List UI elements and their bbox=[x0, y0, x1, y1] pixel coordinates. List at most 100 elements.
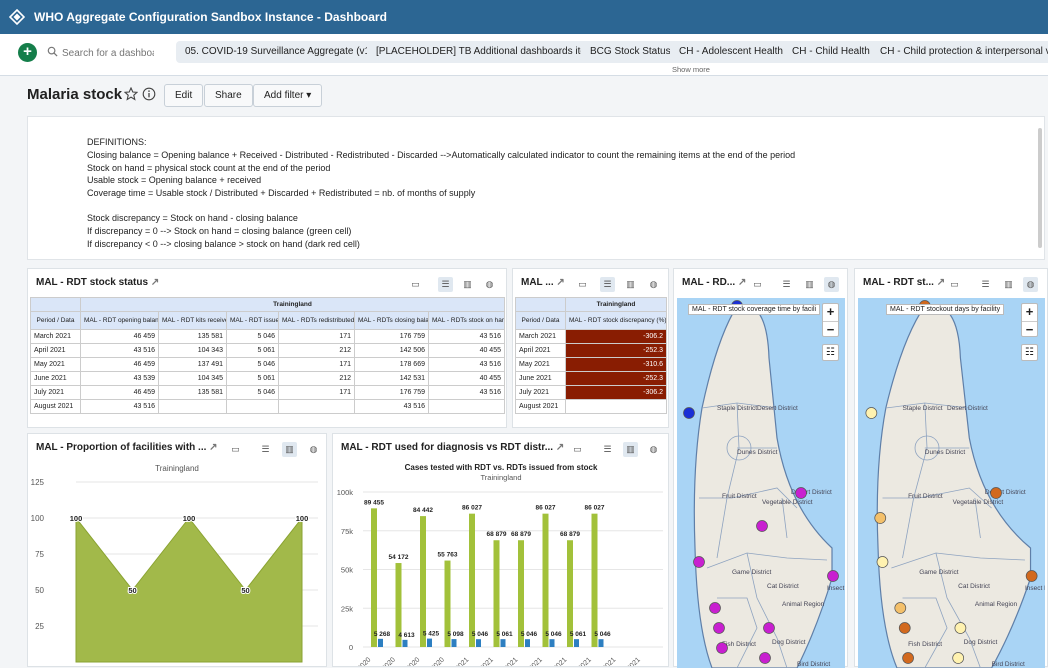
table-cell[interactable]: 104 343 bbox=[158, 343, 227, 358]
discrepancy-cell[interactable] bbox=[565, 399, 667, 414]
interpretations-icon[interactable]: ▭ bbox=[575, 277, 590, 292]
table-cell[interactable]: 142 531 bbox=[354, 371, 429, 386]
edit-button[interactable]: Edit bbox=[164, 84, 204, 107]
dashboard-chip[interactable]: CH - Adolescent Health bbox=[670, 41, 792, 63]
discrepancy-cell[interactable]: -306.2 bbox=[565, 385, 667, 400]
definitions-scrollbar[interactable] bbox=[1038, 128, 1042, 248]
share-button[interactable]: Share bbox=[204, 84, 253, 107]
dashboard-chip[interactable]: CH - Child Health bbox=[783, 41, 879, 63]
table-cell[interactable]: 137 491 bbox=[158, 357, 227, 372]
external-link-icon[interactable]: ↗ bbox=[556, 277, 564, 288]
chart-view-icon[interactable]: ▥ bbox=[623, 277, 638, 292]
table-cell[interactable]: 176 759 bbox=[354, 329, 429, 344]
add-dashboard-button[interactable]: + bbox=[18, 43, 37, 62]
map-view-icon[interactable]: ◍ bbox=[824, 277, 839, 292]
table-cell[interactable]: 46 459 bbox=[80, 329, 159, 344]
discrepancy-cell[interactable]: -252.3 bbox=[565, 371, 667, 386]
table-view-icon[interactable]: ☰ bbox=[258, 442, 273, 457]
table-cell[interactable]: 43 516 bbox=[354, 399, 429, 414]
table-cell[interactable] bbox=[428, 399, 505, 414]
table-cell[interactable]: 212 bbox=[278, 343, 355, 358]
table-cell[interactable]: 43 516 bbox=[80, 343, 159, 358]
column-header[interactable]: MAL - RDT kits received bbox=[158, 311, 227, 330]
interpretations-icon[interactable]: ▭ bbox=[570, 442, 585, 457]
show-more-link[interactable]: Show more bbox=[672, 65, 710, 74]
table-cell[interactable]: 46 459 bbox=[80, 357, 159, 372]
table-cell[interactable]: 43 516 bbox=[428, 329, 505, 344]
interpretations-icon[interactable]: ▭ bbox=[947, 277, 962, 292]
dashboard-search[interactable] bbox=[44, 43, 168, 63]
dashboard-chip[interactable]: [PLACEHOLDER] TB Additional dashboards i… bbox=[367, 41, 609, 63]
external-link-icon[interactable]: ↗ bbox=[556, 442, 564, 453]
zoom-in-button[interactable]: + bbox=[1022, 304, 1037, 321]
zoom-control[interactable]: + − bbox=[822, 303, 839, 337]
table-cell[interactable]: 5 046 bbox=[226, 357, 279, 372]
external-link-icon[interactable]: ↗ bbox=[151, 277, 159, 288]
table-view-icon[interactable]: ☰ bbox=[978, 277, 993, 292]
zoom-out-button[interactable]: − bbox=[823, 321, 838, 338]
table-cell[interactable]: 43 516 bbox=[80, 399, 159, 414]
star-icon[interactable] bbox=[123, 86, 139, 104]
table-cell[interactable]: 5 046 bbox=[226, 385, 279, 400]
table-cell[interactable]: 46 459 bbox=[80, 385, 159, 400]
table-cell[interactable]: 135 581 bbox=[158, 385, 227, 400]
zoom-out-button[interactable]: − bbox=[1022, 321, 1037, 338]
map-view-icon[interactable]: ◍ bbox=[1023, 277, 1038, 292]
table-cell[interactable]: 171 bbox=[278, 385, 355, 400]
interpretations-icon[interactable]: ▭ bbox=[408, 277, 423, 292]
map-view-icon[interactable]: ◍ bbox=[646, 277, 661, 292]
discrepancy-cell[interactable]: -252.3 bbox=[565, 343, 667, 358]
table-cell[interactable]: 142 506 bbox=[354, 343, 429, 358]
interpretations-icon[interactable]: ▭ bbox=[750, 277, 765, 292]
external-link-icon[interactable]: ↗ bbox=[738, 277, 746, 288]
chart-view-icon[interactable]: ▥ bbox=[460, 277, 475, 292]
map-view-icon[interactable]: ◍ bbox=[306, 442, 321, 457]
column-header[interactable]: MAL - RDTs stock on hand bbox=[428, 311, 505, 330]
layers-icon[interactable]: ☷ bbox=[1021, 344, 1038, 361]
map-canvas[interactable]: Staple District Desert District Dunes Dist… bbox=[858, 298, 1045, 668]
chart-view-icon[interactable]: ▥ bbox=[1001, 277, 1016, 292]
zoom-control[interactable]: + − bbox=[1021, 303, 1038, 337]
table-cell[interactable]: 135 581 bbox=[158, 329, 227, 344]
dashboard-chip[interactable]: CH - Child protection & interpersonal vi… bbox=[871, 41, 1048, 63]
layers-icon[interactable]: ☷ bbox=[822, 344, 839, 361]
table-cell[interactable] bbox=[278, 399, 355, 414]
discrepancy-cell[interactable]: -310.6 bbox=[565, 357, 667, 372]
table-view-icon[interactable]: ☰ bbox=[600, 277, 615, 292]
column-header[interactable]: MAL - RDTs redistributed bbox=[278, 311, 355, 330]
column-header[interactable]: MAL - RDT stock discrepancy (%) bbox=[565, 311, 667, 330]
interpretations-icon[interactable]: ▭ bbox=[228, 442, 243, 457]
zoom-in-button[interactable]: + bbox=[823, 304, 838, 321]
map-view-icon[interactable]: ◍ bbox=[646, 442, 661, 457]
map-canvas[interactable]: Staple District Desert District Dunes Dist… bbox=[677, 298, 845, 668]
table-cell[interactable]: 176 759 bbox=[354, 385, 429, 400]
table-cell[interactable]: 43 516 bbox=[428, 385, 505, 400]
table-cell[interactable]: 171 bbox=[278, 329, 355, 344]
table-cell[interactable]: 43 539 bbox=[80, 371, 159, 386]
table-cell[interactable] bbox=[226, 399, 279, 414]
table-cell[interactable]: 104 345 bbox=[158, 371, 227, 386]
column-header[interactable]: MAL - RDT opening balance bbox=[80, 311, 159, 330]
table-view-icon[interactable]: ☰ bbox=[600, 442, 615, 457]
table-cell[interactable]: 171 bbox=[278, 357, 355, 372]
table-cell[interactable]: 5 061 bbox=[226, 371, 279, 386]
table-cell[interactable]: 5 046 bbox=[226, 329, 279, 344]
table-view-icon[interactable]: ☰ bbox=[438, 277, 453, 292]
table-cell[interactable]: 43 516 bbox=[428, 357, 505, 372]
external-link-icon[interactable]: ↗ bbox=[937, 277, 945, 288]
chart-view-icon[interactable]: ▥ bbox=[282, 442, 297, 457]
external-link-icon[interactable]: ↗ bbox=[209, 442, 217, 453]
dhis2-logo-icon[interactable] bbox=[0, 0, 34, 34]
table-view-icon[interactable]: ☰ bbox=[779, 277, 794, 292]
add-filter-button[interactable]: Add filter ▾ bbox=[253, 84, 323, 107]
table-cell[interactable]: 40 455 bbox=[428, 343, 505, 358]
column-header[interactable]: MAL - RDTs closing balance bbox=[354, 311, 429, 330]
column-header[interactable]: MAL - RDT issued bbox=[226, 311, 279, 330]
info-icon[interactable] bbox=[142, 87, 156, 104]
table-cell[interactable]: 212 bbox=[278, 371, 355, 386]
discrepancy-cell[interactable]: -306.2 bbox=[565, 329, 667, 344]
table-cell[interactable]: 178 669 bbox=[354, 357, 429, 372]
chart-view-icon[interactable]: ▥ bbox=[802, 277, 817, 292]
map-view-icon[interactable]: ◍ bbox=[482, 277, 497, 292]
dashboard-search-input[interactable] bbox=[44, 47, 154, 59]
